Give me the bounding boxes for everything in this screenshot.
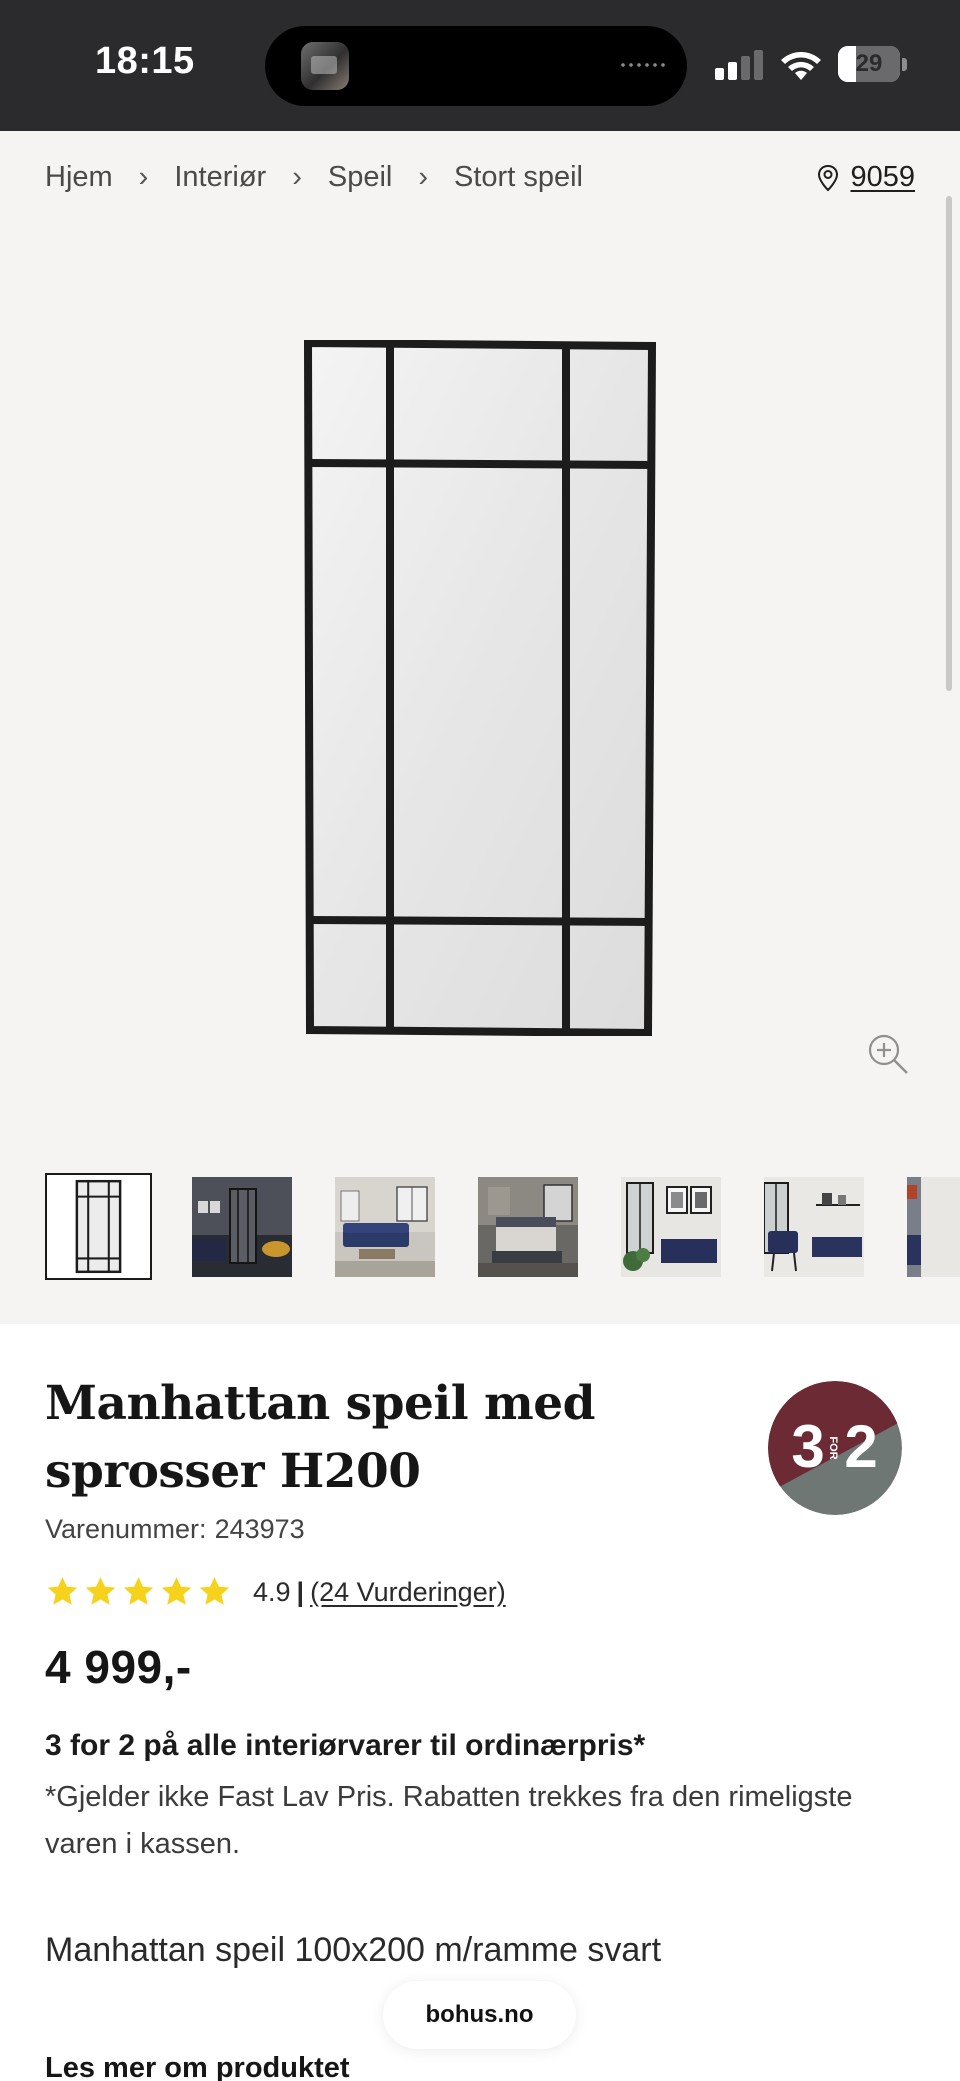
badge-for-label: FOR	[827, 1436, 839, 1459]
promo-text: *Gjelder ikke Fast Lav Pris. Rabatten tr…	[45, 1781, 853, 1860]
badge-right-digit: 2	[844, 1413, 877, 1480]
chevron-right-icon: ›	[138, 161, 149, 193]
star-icon	[47, 1577, 78, 1605]
wifi-icon	[781, 52, 821, 80]
product-title: Manhattan speil med sprosser H200	[45, 1376, 595, 1499]
battery-icon: 29	[838, 46, 907, 82]
breadcrumb-home[interactable]: Hjem	[45, 161, 113, 194]
sku-number: 243973	[214, 1514, 305, 1544]
browser-url-bar[interactable]: bohus.no	[383, 1981, 576, 2049]
rating-separator: |	[296, 1576, 305, 1607]
zoom-in-icon[interactable]	[866, 1032, 910, 1076]
activity-dots-icon	[619, 62, 665, 68]
product-gallery: Hjem › Interiør › Speil › Stort speil 90…	[0, 131, 960, 1324]
star-icon	[161, 1577, 192, 1605]
breadcrumb-interior[interactable]: Interiør	[174, 161, 266, 194]
three-for-two-badge: 3 2 FOR	[768, 1381, 902, 1515]
reviews-link[interactable]: (24 Vurderinger)	[310, 1577, 506, 1608]
thumbnail-mirror-product[interactable]	[45, 1173, 152, 1280]
short-description: Manhattan speil 100x200 m/ramme svart	[45, 1931, 662, 1969]
chevron-right-icon: ›	[292, 161, 302, 193]
sku: Varenummer: 243973	[45, 1514, 305, 1545]
rating: 4.9 | (24 Vurderinger)	[45, 1572, 506, 1612]
read-more-link[interactable]: Les mer om produktet	[45, 2052, 350, 2081]
product-info: Manhattan speil med sprosser H200 3 2 FO…	[0, 1324, 960, 2081]
postal-code[interactable]: 9059	[850, 161, 915, 194]
sku-label: Varenummer:	[45, 1514, 207, 1544]
store-location[interactable]: 9059	[816, 161, 915, 194]
rating-value: 4.9	[253, 1576, 291, 1607]
now-playing-thumbnail	[301, 42, 349, 90]
dynamic-island	[265, 26, 687, 106]
thumbnail-mirror-in-living-room[interactable]	[192, 1177, 292, 1277]
thumbnail-chair-and-bench[interactable]	[764, 1177, 864, 1277]
battery-level: 29	[855, 50, 883, 77]
thumbnail-sofa-living-room[interactable]	[335, 1177, 435, 1277]
star-icon	[199, 1577, 230, 1605]
map-pin-icon	[818, 164, 839, 191]
thumbnail-bedroom-scene[interactable]	[478, 1177, 578, 1277]
promo-title: 3 for 2 på alle interiørvarer til ordinæ…	[45, 1729, 646, 1762]
thumbnail-mirror-with-art[interactable]	[621, 1177, 721, 1277]
main-product-image[interactable]	[300, 340, 656, 1036]
status-bar: 18:15 29	[0, 0, 960, 131]
thumbnail-partial[interactable]	[907, 1177, 960, 1277]
chevron-right-icon: ›	[418, 161, 429, 193]
breadcrumb-large-mirror[interactable]: Stort speil	[454, 161, 583, 194]
star-icon	[85, 1577, 116, 1605]
status-time: 18:15	[95, 40, 195, 82]
scrollbar[interactable]	[946, 196, 952, 691]
badge-left-digit: 3	[791, 1413, 824, 1480]
product-price: 4 999,-	[45, 1641, 192, 1693]
star-icon	[123, 1577, 154, 1605]
breadcrumb-mirrors[interactable]: Speil	[328, 161, 393, 194]
rating-stars	[45, 1575, 235, 1609]
thumbnail-strip	[45, 1173, 960, 1281]
breadcrumb: Hjem › Interiør › Speil › Stort speil	[45, 161, 583, 194]
cellular-signal-icon	[715, 50, 765, 80]
